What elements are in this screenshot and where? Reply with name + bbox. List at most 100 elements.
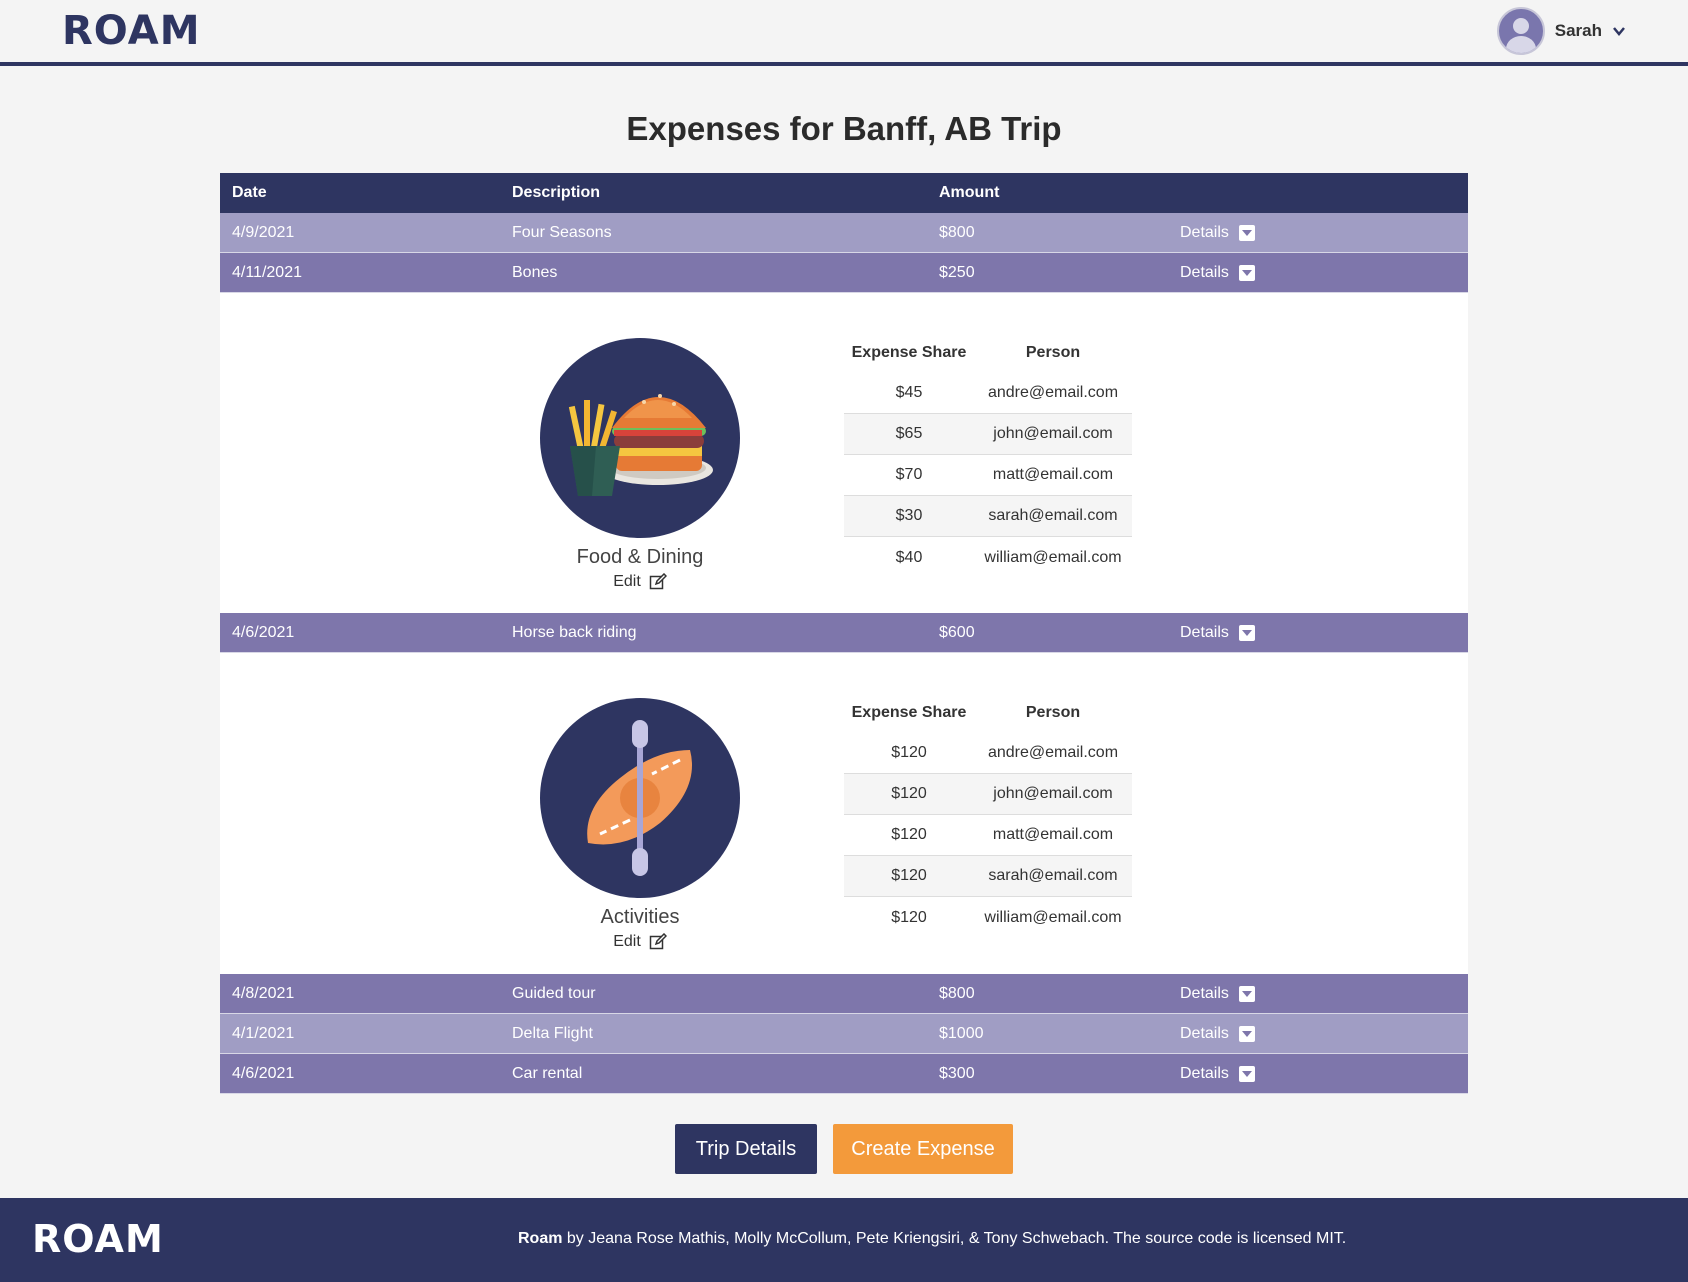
edit-category-button[interactable]: Edit — [490, 933, 790, 951]
burger-fries-icon — [540, 338, 740, 538]
table-row: 4/6/2021 Car rental $300 Details — [220, 1054, 1468, 1094]
table-row: 4/9/2021 Four Seasons $800 Details — [220, 213, 1468, 253]
share-row: $120 sarah@email.com — [844, 856, 1132, 897]
share-person: william@email.com — [984, 908, 1122, 926]
share-amount: $45 — [895, 384, 923, 401]
table-row: 4/11/2021 Bones $250 Details — [220, 253, 1468, 293]
details-label: Details — [1180, 263, 1229, 281]
share-row: $120 matt@email.com — [844, 815, 1132, 856]
details-label: Details — [1180, 1064, 1229, 1082]
details-toggle[interactable]: Details — [1180, 264, 1255, 282]
details-toggle[interactable]: Details — [1180, 985, 1255, 1003]
category-label: Activities — [600, 906, 680, 928]
expense-detail-panel: Activities Edit Expense Share Person $12… — [220, 653, 1468, 974]
expense-share-table: Expense Share Person $120 andre@email.co… — [844, 693, 1132, 938]
share-row: $120 john@email.com — [844, 774, 1132, 815]
share-person: sarah@email.com — [988, 507, 1118, 524]
caret-down-icon — [1238, 985, 1255, 1002]
share-header-amount: Expense Share — [851, 704, 967, 721]
details-toggle[interactable]: Details — [1180, 624, 1255, 642]
share-amount: $70 — [895, 466, 923, 483]
details-label: Details — [1180, 223, 1229, 241]
header-date: Date — [232, 184, 267, 201]
row-description: Bones — [512, 263, 558, 281]
details-toggle[interactable]: Details — [1180, 1065, 1255, 1083]
share-row: $40 william@email.com — [844, 537, 1132, 578]
share-row: $70 matt@email.com — [844, 455, 1132, 496]
row-amount: $800 — [939, 984, 975, 1002]
row-description: Guided tour — [512, 984, 596, 1002]
row-date: 4/9/2021 — [232, 223, 295, 241]
edit-icon — [649, 933, 667, 950]
footer-credits: Roam by Jeana Rose Mathis, Molly McCollu… — [518, 1230, 1346, 1248]
header-description: Description — [512, 184, 601, 201]
category-label: Food & Dining — [576, 546, 704, 568]
user-menu[interactable]: Sarah — [1496, 7, 1626, 55]
page-title: Expenses for Banff, AB Trip — [626, 110, 1062, 147]
footer-credits-text: by Jeana Rose Mathis, Molly McCollum, Pe… — [562, 1230, 1347, 1247]
table-row: 4/6/2021 Horse back riding $600 Details — [220, 613, 1468, 653]
row-date: 4/6/2021 — [232, 1064, 295, 1082]
expenses-table: Date Description Amount 4/9/2021 Four Se… — [220, 173, 1468, 1094]
caret-down-icon — [1238, 624, 1255, 641]
trip-details-button[interactable]: Trip Details — [675, 1124, 817, 1174]
footer: ROAM Roam by Jeana Rose Mathis, Molly Mc… — [0, 1198, 1688, 1282]
logo-text: ROAM — [62, 8, 201, 54]
share-person: sarah@email.com — [988, 867, 1118, 884]
share-header: Expense Share Person — [844, 693, 1132, 733]
expense-detail-panel: Food & Dining Edit Expense Share Person … — [220, 293, 1468, 613]
share-person: john@email.com — [993, 425, 1113, 442]
edit-icon — [649, 573, 667, 590]
row-date: 4/8/2021 — [232, 984, 295, 1002]
row-date: 4/6/2021 — [232, 623, 295, 641]
share-person: matt@email.com — [992, 466, 1114, 483]
share-amount: $120 — [891, 744, 927, 761]
share-amount: $120 — [891, 785, 927, 802]
share-row: $120 william@email.com — [844, 897, 1132, 938]
share-amount: $120 — [891, 867, 927, 884]
details-label: Details — [1180, 623, 1229, 641]
details-label: Details — [1180, 984, 1229, 1002]
share-row: $120 andre@email.com — [844, 733, 1132, 774]
edit-label: Edit — [613, 933, 641, 950]
caret-down-icon — [1238, 1065, 1255, 1082]
row-date: 4/1/2021 — [232, 1024, 295, 1042]
share-amount: $120 — [891, 908, 927, 926]
caret-down-icon — [1238, 224, 1255, 241]
share-header-person: Person — [1025, 344, 1081, 361]
table-row: 4/8/2021 Guided tour $800 Details — [220, 974, 1468, 1014]
share-amount: $40 — [895, 548, 923, 566]
share-header-person: Person — [1025, 704, 1081, 721]
row-description: Delta Flight — [512, 1024, 593, 1042]
share-header-amount: Expense Share — [851, 344, 967, 361]
table-header: Date Description Amount — [220, 173, 1468, 213]
share-row: $45 andre@email.com — [844, 373, 1132, 414]
create-expense-button[interactable]: Create Expense — [833, 1124, 1013, 1174]
row-description: Horse back riding — [512, 623, 637, 641]
share-row: $65 john@email.com — [844, 414, 1132, 455]
share-person: matt@email.com — [992, 826, 1114, 843]
kayak-icon — [540, 698, 740, 898]
expense-share-table: Expense Share Person $45 andre@email.com… — [844, 333, 1132, 578]
row-amount: $600 — [939, 623, 975, 641]
edit-category-button[interactable]: Edit — [490, 573, 790, 591]
edit-label: Edit — [613, 573, 641, 590]
share-header: Expense Share Person — [844, 333, 1132, 373]
share-amount: $120 — [891, 826, 927, 843]
footer-brand: Roam — [518, 1230, 563, 1247]
share-person: john@email.com — [993, 785, 1113, 802]
share-amount: $65 — [895, 425, 923, 442]
user-name: Sarah — [1554, 21, 1602, 40]
roam-logo[interactable]: ROAM — [62, 8, 201, 54]
details-toggle[interactable]: Details — [1180, 224, 1255, 242]
table-row: 4/1/2021 Delta Flight $1000 Details — [220, 1014, 1468, 1054]
row-amount: $250 — [939, 263, 975, 281]
caret-down-icon — [1238, 1025, 1255, 1042]
footer-logo[interactable]: ROAM — [32, 1217, 164, 1261]
details-toggle[interactable]: Details — [1180, 1025, 1255, 1043]
caret-down-icon — [1238, 264, 1255, 281]
details-label: Details — [1180, 1024, 1229, 1042]
row-amount: $300 — [939, 1064, 975, 1082]
share-person: william@email.com — [984, 548, 1122, 566]
row-amount: $1000 — [939, 1024, 984, 1042]
